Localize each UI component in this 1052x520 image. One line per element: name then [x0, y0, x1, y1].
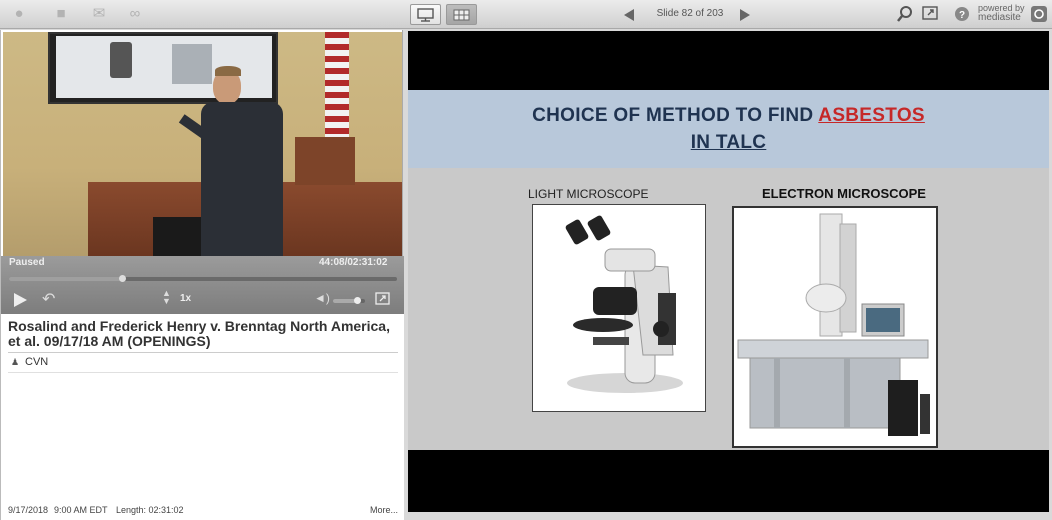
presentation-length: Length: 02:31:02 — [116, 505, 184, 515]
mail-icon[interactable]: ✉ — [90, 6, 108, 22]
presenter-icon: ♟ — [11, 357, 20, 367]
player-time: 44:08/02:31:02 — [319, 257, 388, 268]
next-slide-arrow-icon[interactable] — [740, 9, 750, 21]
courtroom-tv-screen — [48, 32, 278, 104]
grid-view-button[interactable] — [446, 4, 477, 25]
flag — [325, 32, 349, 142]
slide-viewer: CHOICE OF METHOD TO FIND ASBESTOS IN TAL… — [408, 31, 1049, 512]
slide-title-prefix: CHOICE OF METHOD TO FIND — [532, 105, 819, 126]
presentation-time: 9:00 AM EDT — [54, 505, 108, 515]
help-icon[interactable]: ? — [954, 6, 970, 22]
chapters-icon[interactable]: ● — [10, 6, 28, 22]
popout-icon[interactable] — [922, 6, 938, 21]
presenter-name: CVN — [25, 356, 49, 368]
powered-by-label: powered by mediasite — [978, 3, 1025, 23]
presentation-info: Rosalind and Frederick Henry v. Brenntag… — [1, 314, 404, 520]
presentation-title: Rosalind and Frederick Henry v. Brenntag… — [8, 318, 390, 349]
light-microscope-caption: LIGHT MICROSCOPE — [528, 187, 649, 201]
volume-slider[interactable] — [333, 297, 365, 304]
search-icon[interactable] — [896, 5, 914, 23]
presentation-date: 9/17/2018 — [8, 505, 49, 515]
slide-view-button[interactable] — [410, 4, 441, 25]
volume-icon[interactable]: ◄) — [314, 291, 330, 305]
electron-microscope-image — [732, 206, 938, 448]
fullscreen-icon[interactable] — [375, 292, 390, 305]
svg-text:?: ? — [959, 10, 965, 21]
more-link[interactable]: More... — [370, 505, 398, 515]
slide-title-line-2: IN TALC — [690, 132, 767, 153]
monitor-icon — [417, 8, 434, 22]
mediasite-brand: mediasite — [978, 12, 1021, 23]
link-icon[interactable]: ∞ — [126, 6, 144, 22]
speed-stepper-icon[interactable]: ▲ ▼ — [162, 289, 171, 306]
slide-content: CHOICE OF METHOD TO FIND ASBESTOS IN TAL… — [408, 90, 1049, 450]
left-panel: Paused 44:08/02:31:02 ↶ ▲ ▼ 1x ◄) Rosalin… — [0, 30, 404, 520]
slide-title-highlight: ASBESTOS — [818, 105, 925, 126]
comment-icon[interactable]: ■ — [52, 6, 70, 22]
progress-track[interactable] — [9, 275, 397, 282]
player-controls: Paused 44:08/02:31:02 ↶ ▲ ▼ 1x ◄) — [1, 256, 404, 314]
previous-slide-arrow-icon[interactable] — [624, 9, 634, 21]
slide-title-band — [408, 90, 1049, 168]
slide-counter: Slide 82 of 203 — [656, 8, 724, 19]
replay-icon[interactable]: ↶ — [42, 289, 55, 309]
player-status: Paused — [9, 257, 45, 268]
progress-handle[interactable] — [118, 275, 126, 282]
video-frame[interactable] — [3, 32, 402, 256]
grid-icon — [453, 9, 470, 21]
top-toolbar: ● ■ ✉ ∞ Slide 82 of 203 ? powered by med… — [0, 0, 1052, 29]
play-icon[interactable] — [14, 293, 27, 307]
light-microscope-image — [532, 204, 706, 412]
playback-speed[interactable]: 1x — [180, 293, 191, 304]
mediasite-logo-icon — [1031, 6, 1047, 22]
slide-title-line-1: CHOICE OF METHOD TO FIND ASBESTOS — [408, 105, 1049, 127]
electron-microscope-caption: ELECTRON MICROSCOPE — [762, 186, 926, 201]
